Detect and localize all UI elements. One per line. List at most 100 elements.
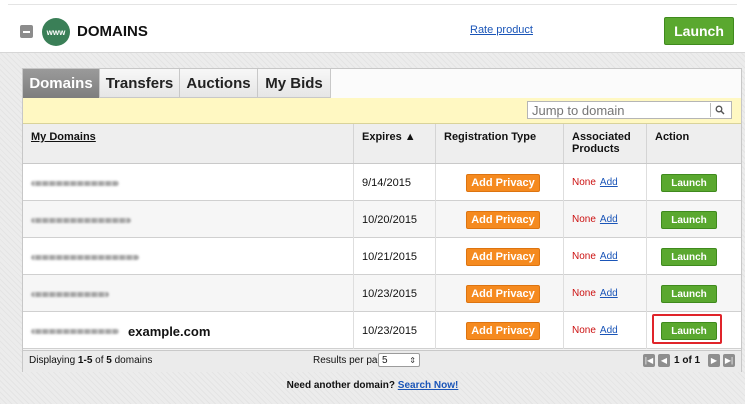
expires-date: 10/23/2015: [362, 288, 418, 300]
display-count-text: Displaying 1-5 of 5 domains: [29, 355, 152, 366]
none-label: None: [572, 251, 596, 262]
last-page-icon[interactable]: ▶|: [723, 354, 735, 367]
table-row: 10/20/2015 Add Privacy None Add Launch: [23, 201, 741, 238]
add-privacy-button[interactable]: Add Privacy: [466, 285, 540, 303]
column-my-domains-label[interactable]: My Domains: [31, 131, 96, 143]
table-row: 10/23/2015 Add Privacy None Add Launch: [23, 275, 741, 312]
another-domain-text: Need another domain?: [286, 380, 395, 391]
results-per-page-value: 5: [382, 354, 388, 366]
expires-date: 10/21/2015: [362, 251, 418, 263]
expires-cell: 10/20/2015: [353, 201, 435, 238]
next-page-icon[interactable]: ▶: [708, 354, 720, 367]
expires-date: 9/14/2015: [362, 177, 411, 189]
expires-cell: 9/14/2015: [353, 164, 435, 201]
page-indicator: 1 of 1: [674, 355, 701, 366]
associated-products: None Add: [572, 288, 618, 299]
associated-products: None Add: [572, 214, 618, 225]
registration-cell: Add Privacy: [435, 164, 563, 201]
another-domain-prompt: Need another domain? Search Now!: [0, 380, 745, 391]
add-privacy-button[interactable]: Add Privacy: [466, 211, 540, 229]
associated-cell: None Add: [563, 275, 646, 312]
associated-cell: None Add: [563, 164, 646, 201]
registration-cell: Add Privacy: [435, 275, 563, 312]
launch-button-header[interactable]: Launch: [664, 17, 734, 45]
associated-products: None Add: [572, 177, 618, 188]
tab-auctions[interactable]: Auctions: [180, 69, 258, 98]
none-label: None: [572, 177, 596, 188]
tab-transfers[interactable]: Transfers: [100, 69, 180, 98]
add-product-link[interactable]: Add: [600, 214, 618, 225]
table-header: My Domains Expires ▲ Registration Type A…: [23, 124, 741, 164]
column-expires[interactable]: Expires ▲: [353, 124, 435, 163]
example-domain-label: example.com: [128, 324, 211, 339]
add-privacy-button[interactable]: Add Privacy: [466, 174, 540, 192]
column-associated-label-1: Associated: [572, 131, 631, 143]
column-registration-type: Registration Type: [435, 124, 563, 163]
domain-cell: [23, 238, 353, 275]
action-cell: Launch: [646, 201, 741, 238]
associated-products: None Add: [572, 251, 618, 262]
redacted-domain-name: [31, 329, 119, 334]
none-label: None: [572, 325, 596, 336]
rate-product-link[interactable]: Rate product: [470, 24, 533, 36]
add-privacy-button[interactable]: Add Privacy: [466, 322, 540, 340]
collapse-minus-icon[interactable]: [20, 25, 33, 38]
column-my-domains[interactable]: My Domains: [23, 124, 353, 163]
display-range: 1-5: [77, 355, 93, 366]
action-cell: Launch: [646, 312, 741, 349]
registration-cell: Add Privacy: [435, 238, 563, 275]
prev-page-icon[interactable]: ◀: [658, 354, 670, 367]
results-per-page-select[interactable]: 5 ⇕: [378, 353, 420, 367]
action-cell: Launch: [646, 164, 741, 201]
launch-button[interactable]: Launch: [661, 174, 717, 192]
first-page-icon[interactable]: |◀: [643, 354, 655, 367]
domain-cell: example.com: [23, 312, 353, 349]
add-privacy-button[interactable]: Add Privacy: [466, 248, 540, 266]
column-associated-label-2: Products: [572, 143, 620, 155]
add-product-link[interactable]: Add: [600, 177, 618, 188]
launch-button[interactable]: Launch: [661, 322, 717, 340]
add-product-link[interactable]: Add: [600, 325, 618, 336]
none-label: None: [572, 214, 596, 225]
page-title: DOMAINS: [77, 23, 148, 40]
tab-domains[interactable]: Domains: [23, 69, 100, 98]
expires-cell: 10/23/2015: [353, 312, 435, 349]
launch-button[interactable]: Launch: [661, 248, 717, 266]
tab-my-bids[interactable]: My Bids: [258, 69, 331, 98]
associated-cell: None Add: [563, 312, 646, 349]
registration-cell: Add Privacy: [435, 201, 563, 238]
jump-to-domain-input[interactable]: [527, 101, 732, 119]
associated-cell: None Add: [563, 238, 646, 275]
updown-arrows-icon: ⇕: [409, 355, 416, 365]
www-globe-icon: www: [42, 18, 70, 46]
display-suffix: domains: [111, 355, 153, 366]
table-row: 10/21/2015 Add Privacy None Add Launch: [23, 238, 741, 275]
domains-panel: Domains Transfers Auctions My Bids My Do…: [22, 68, 742, 372]
search-icon[interactable]: [710, 103, 729, 117]
none-label: None: [572, 288, 596, 299]
search-bar: [23, 98, 741, 124]
redacted-domain-name: [31, 218, 131, 223]
search-now-link[interactable]: Search Now!: [398, 380, 459, 391]
header-divider: [8, 4, 737, 5]
pagination-bar: Displaying 1-5 of 5 domains Results per …: [23, 350, 741, 372]
launch-button[interactable]: Launch: [661, 211, 717, 229]
launch-button[interactable]: Launch: [661, 285, 717, 303]
page-header: www DOMAINS Rate product Launch: [0, 0, 745, 53]
expires-cell: 10/23/2015: [353, 275, 435, 312]
display-prefix: Displaying: [29, 355, 78, 366]
domain-cell: [23, 164, 353, 201]
expires-cell: 10/21/2015: [353, 238, 435, 275]
expires-date: 10/20/2015: [362, 214, 418, 226]
domain-cell: [23, 201, 353, 238]
domain-cell: [23, 275, 353, 312]
add-product-link[interactable]: Add: [600, 288, 618, 299]
add-product-link[interactable]: Add: [600, 251, 618, 262]
action-cell: Launch: [646, 238, 741, 275]
action-cell: Launch: [646, 275, 741, 312]
display-mid: of: [92, 355, 107, 366]
registration-cell: Add Privacy: [435, 312, 563, 349]
column-action: Action: [646, 124, 741, 163]
table-row: 9/14/2015 Add Privacy None Add Launch: [23, 164, 741, 201]
associated-cell: None Add: [563, 201, 646, 238]
